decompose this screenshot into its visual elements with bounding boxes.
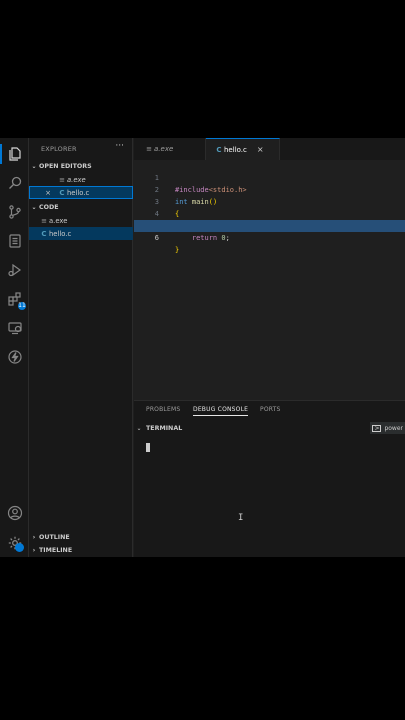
explorer-sidebar: EXPLORER ··· ⌄ OPEN EDITORS ≡ a.exe × C … [29,138,133,557]
tab-problems[interactable]: PROBLEMS [146,406,180,413]
tab-label: a.exe [154,145,174,153]
binary-file-icon: ≡ [146,145,152,153]
timeline-label: TIMELINE [39,546,73,554]
close-icon[interactable]: × [257,145,264,154]
tab-a-exe[interactable]: ≡ a.exe [134,138,206,160]
terminal-icon: > [372,424,382,432]
terminal-cursor [146,443,150,452]
search-icon[interactable] [0,171,29,195]
file-tree-item[interactable]: ≡ a.exe [29,214,133,227]
c-file-icon: C [216,145,222,154]
editor-area: ≡ a.exe C hello.c × 1 #include<stdio.h> … [134,138,405,400]
tab-debug-console[interactable]: DEBUG CONSOLE [193,406,249,416]
run-debug-icon[interactable] [0,258,29,282]
activity-bar: 11 [0,138,29,557]
notes-icon[interactable] [0,229,29,253]
account-icon[interactable] [0,501,29,525]
lightning-icon[interactable] [0,345,29,369]
timeline-section[interactable]: › TIMELINE [29,544,133,556]
binary-file-icon: ≡ [41,216,47,225]
explorer-icon[interactable] [0,142,29,166]
code-line: 5 return 0; [134,208,405,242]
code-folder-section[interactable]: ⌄ CODE [29,201,133,213]
mouse-ibeam-cursor: I [238,513,244,523]
open-editors-label: OPEN EDITORS [39,162,92,170]
outline-label: OUTLINE [39,533,70,541]
remote-explorer-icon[interactable] [0,316,29,340]
c-file-icon: C [59,188,65,197]
vscode-window: 11 EXPLORER ··· ⌄ OPEN EDITORS ≡ a.exe ×… [0,138,405,557]
chevron-down-icon: ⌄ [31,162,37,170]
code-editor[interactable]: 1 #include<stdio.h> 2 int main() 3 { 4 p… [134,160,405,400]
tab-label: hello.c [224,145,247,154]
file-name: a.exe [67,175,86,184]
file-tree-item[interactable]: C hello.c [29,227,133,240]
code-text: } [175,246,180,254]
chevron-down-icon: ⌄ [136,424,142,432]
source-control-icon[interactable] [0,200,29,224]
extensions-icon[interactable]: 11 [0,287,29,311]
terminal-header[interactable]: ⌄ TERMINAL [134,421,405,435]
code-line: 3 { [134,184,405,218]
open-editor-item[interactable]: ≡ a.exe [29,173,133,186]
editor-tabs: ≡ a.exe C hello.c × [134,138,405,160]
c-file-icon: C [41,229,47,238]
chevron-down-icon: ⌄ [31,203,37,211]
shell-name: power [384,424,403,432]
outline-section[interactable]: › OUTLINE [29,531,133,543]
open-editors-section[interactable]: ⌄ OPEN EDITORS [29,160,133,172]
chevron-right-icon: › [32,546,36,554]
open-editor-item[interactable]: × C hello.c [29,186,133,199]
terminal-title: TERMINAL [146,424,183,432]
file-name: hello.c [49,229,72,238]
explorer-title: EXPLORER [41,145,77,153]
close-icon[interactable]: × [43,189,53,197]
file-name: a.exe [49,216,68,225]
code-line-current: 6 } [134,220,405,254]
file-name: hello.c [67,188,90,197]
more-actions-icon[interactable]: ··· [115,141,124,151]
code-text: return 0; [191,234,230,242]
extensions-badge: 11 [18,302,26,310]
tab-hello-c[interactable]: C hello.c × [206,138,280,160]
code-line: 2 int main() [134,172,405,206]
binary-file-icon: ≡ [59,175,65,184]
code-folder-label: CODE [39,203,59,211]
code-line: 4 printf("Hello, World!\n"); [134,196,405,230]
terminal-shell-selector[interactable]: > power [370,422,405,434]
bottom-panel: PROBLEMS DEBUG CONSOLE PORTS ⌄ TERMINAL … [134,400,405,557]
line-number: 6 [154,234,159,242]
chevron-right-icon: › [32,533,36,541]
tab-ports[interactable]: PORTS [260,406,281,413]
manage-gear-icon[interactable] [0,531,29,555]
update-badge [15,543,24,552]
code-line: 1 #include<stdio.h> [134,160,405,194]
